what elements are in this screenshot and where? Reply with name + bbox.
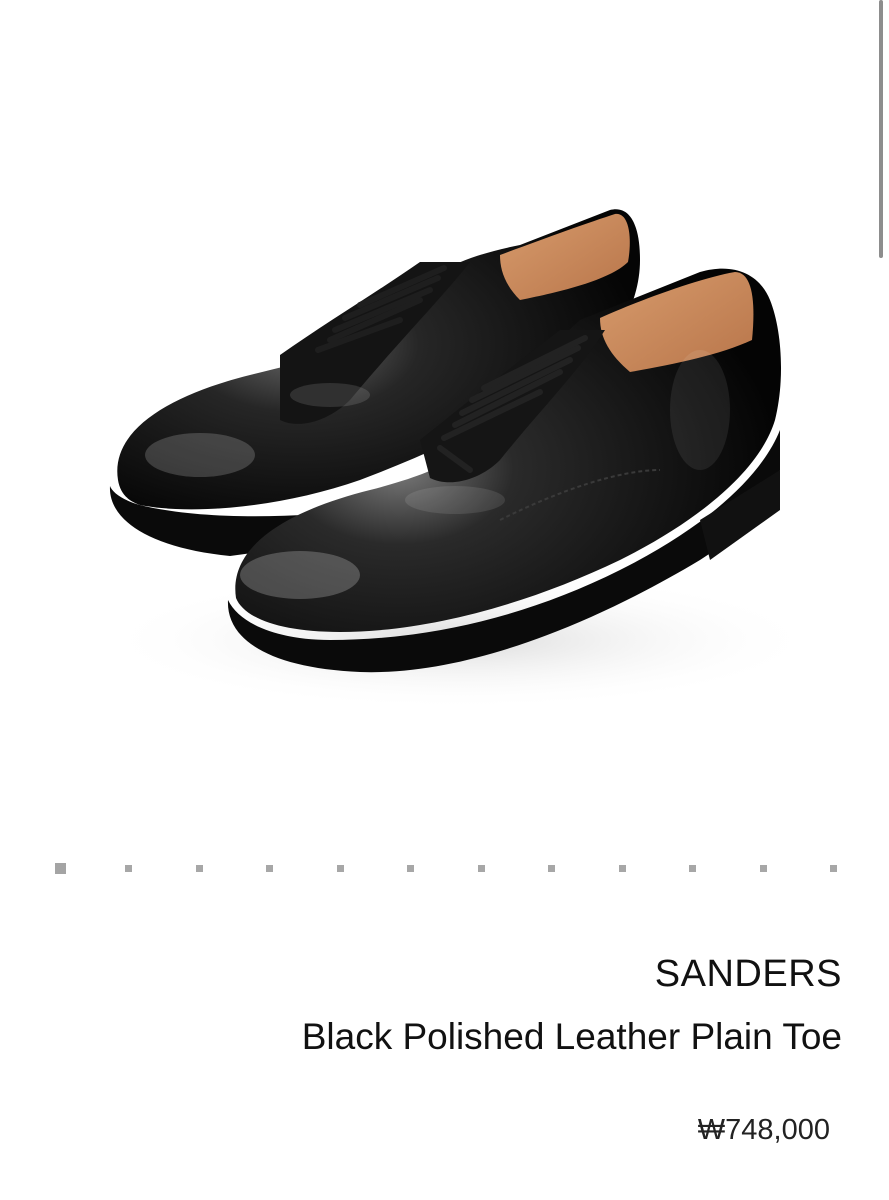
product-title: Black Polished Leather Plain Toe [301,1016,842,1057]
gallery-dot-2[interactable] [125,865,133,872]
gallery-dot-11[interactable] [759,865,767,872]
gallery-dot-9[interactable] [618,865,626,872]
gallery-dot-5[interactable] [336,865,344,872]
gallery-dot-12[interactable] [830,865,837,872]
gallery-dot-6[interactable] [407,865,415,872]
gallery-dot-4[interactable] [266,865,274,872]
product-detail-page: SANDERS Black Polished Leather Plain Toe… [0,0,889,1200]
gallery-dot-7[interactable] [477,865,485,872]
scrollbar[interactable] [877,0,889,1200]
brand-name: SANDERS [654,953,842,995]
gallery-dot-1[interactable] [55,863,66,874]
shoe-pair-icon [100,209,820,710]
product-image[interactable] [0,0,874,820]
product-price: ₩748,000 [697,1114,830,1146]
gallery-dot-3[interactable] [195,865,203,872]
scrollbar-thumb[interactable] [879,0,883,258]
gallery-dot-10[interactable] [689,865,697,872]
gallery-dot-8[interactable] [548,865,556,872]
gallery-pagination[interactable] [0,862,874,876]
